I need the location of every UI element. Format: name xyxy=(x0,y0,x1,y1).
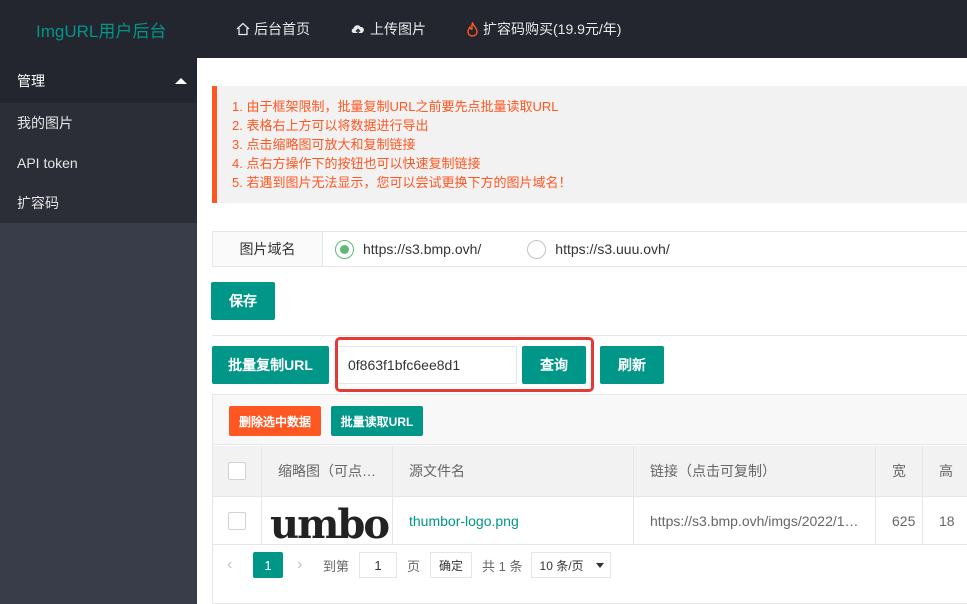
delete-selected-button[interactable]: 删除选中数据 xyxy=(229,406,321,436)
width-cell: 625 xyxy=(876,497,923,544)
sidebar: 管理 我的图片 API token 扩容码 xyxy=(0,58,197,604)
save-button[interactable]: 保存 xyxy=(211,282,275,320)
batch-read-url-button[interactable]: 批量读取URL xyxy=(331,406,423,436)
top-header: ImgURL用户后台 后台首页 上传图片 扩容码购买(19.9元/年) xyxy=(0,0,967,58)
radio-unchecked-icon[interactable] xyxy=(527,239,547,259)
notice-line: 2. 表格右上方可以将数据进行导出 xyxy=(232,118,429,133)
domain-radio-bmp[interactable]: https://s3.bmp.ovh/ xyxy=(335,239,482,259)
nav-item-buy-code[interactable]: 扩容码购买(19.9元/年) xyxy=(466,19,621,39)
header-checkbox-cell xyxy=(213,446,262,496)
domain-label: 图片域名 xyxy=(213,232,323,266)
filename-link[interactable]: thumbor-logo.png xyxy=(409,513,519,529)
domain-option-label: https://s3.uuu.ovh/ xyxy=(555,241,670,257)
sidebar-item-api-token[interactable]: API token xyxy=(0,143,197,183)
select-all-checkbox[interactable] xyxy=(228,462,246,480)
link-cell[interactable]: https://s3.bmp.ovh/imgs/2022/1… xyxy=(634,497,876,544)
table-toolbar: 删除选中数据 批量读取URL xyxy=(213,395,967,445)
sidebar-item-my-images[interactable]: 我的图片 xyxy=(0,103,197,143)
page-label: 页 xyxy=(407,558,421,574)
domain-radio-uuu[interactable]: https://s3.uuu.ovh/ xyxy=(527,239,670,259)
total-count: 共 1 条 xyxy=(482,558,523,574)
home-icon xyxy=(236,22,250,36)
sidebar-group-label: 管理 xyxy=(17,72,45,89)
table-row: umbo thumbor-logo.png https://s3.bmp.ovh… xyxy=(213,497,967,545)
header-width[interactable]: 宽 xyxy=(876,446,923,496)
notice-line: 3. 点击缩略图可放大和复制链接 xyxy=(232,137,416,152)
next-page-icon[interactable]: › xyxy=(297,556,309,574)
header-filename[interactable]: 源文件名 xyxy=(393,446,634,496)
thumbnail-image[interactable]: umbo xyxy=(270,501,390,544)
domain-selector: 图片域名 https://s3.bmp.ovh/ https://s3.uuu.… xyxy=(212,231,967,267)
page-current[interactable]: 1 xyxy=(253,552,283,578)
header-link[interactable]: 链接（点击可复制） xyxy=(634,446,876,496)
notice-line: 1. 由于框架限制，批量复制URL之前要先点批量读取URL xyxy=(232,99,559,114)
goto-confirm-button[interactable]: 确定 xyxy=(430,552,473,578)
nav-label-dashboard: 后台首页 xyxy=(254,21,310,37)
top-nav: 后台首页 上传图片 扩容码购买(19.9元/年) xyxy=(236,0,661,58)
height-cell: 18 xyxy=(939,512,955,529)
radio-checked-icon[interactable] xyxy=(335,239,354,259)
image-table: 删除选中数据 批量读取URL 缩略图（可点… 源文件名 链接（点击可复制） 宽 … xyxy=(212,394,967,604)
table-header: 缩略图（可点… 源文件名 链接（点击可复制） 宽 高 xyxy=(213,446,967,497)
row-checkbox[interactable] xyxy=(228,511,246,530)
per-page-value: 10 条/页 xyxy=(539,558,584,573)
goto-label: 到第 xyxy=(323,558,350,574)
notice-line: 5. 若遇到图片无法显示，您可以尝试更换下方的图片域名！ xyxy=(232,175,572,190)
row-checkbox-cell xyxy=(213,497,262,544)
thumbnail-cell[interactable]: umbo xyxy=(262,497,393,544)
header-height[interactable]: 高 xyxy=(923,446,967,496)
cloud-upload-icon xyxy=(351,25,364,35)
sidebar-submenu: 我的图片 API token 扩容码 xyxy=(0,103,197,223)
nav-item-dashboard[interactable]: 后台首页 xyxy=(236,19,310,39)
divider xyxy=(212,335,967,336)
filename-cell: thumbor-logo.png xyxy=(393,497,634,544)
sidebar-item-expansion-code[interactable]: 扩容码 xyxy=(0,183,197,223)
app-logo[interactable]: ImgURL用户后台 xyxy=(36,17,166,42)
refresh-button[interactable]: 刷新 xyxy=(600,346,664,384)
fire-icon xyxy=(467,21,478,37)
notice-box: 1. 由于框架限制，批量复制URL之前要先点批量读取URL 2. 表格右上方可以… xyxy=(212,86,967,203)
notice-line: 4. 点右方操作下的按钮也可以快速复制链接 xyxy=(232,156,481,171)
domain-option-label: https://s3.bmp.ovh/ xyxy=(363,241,482,257)
highlight-box xyxy=(335,337,594,392)
header-thumbnail[interactable]: 缩略图（可点… xyxy=(262,446,393,496)
prev-page-icon[interactable]: ‹ xyxy=(227,556,239,574)
nav-label-buy-code: 扩容码购买(19.9元/年) xyxy=(483,21,622,37)
goto-page-input[interactable] xyxy=(359,552,398,578)
batch-copy-url-button[interactable]: 批量复制URL xyxy=(212,346,329,384)
per-page-select[interactable]: 10 条/页 xyxy=(530,552,611,578)
sidebar-group-manage[interactable]: 管理 xyxy=(0,58,197,103)
pagination: ‹ 1 › 到第 页 确定 共 1 条 10 条/页 xyxy=(213,545,967,585)
caret-up-icon xyxy=(175,77,187,84)
chevron-down-icon xyxy=(595,562,604,568)
main-content: 1. 由于框架限制，批量复制URL之前要先点批量读取URL 2. 表格右上方可以… xyxy=(197,58,967,604)
nav-item-upload[interactable]: 上传图片 xyxy=(350,19,426,39)
nav-label-upload: 上传图片 xyxy=(370,21,426,37)
